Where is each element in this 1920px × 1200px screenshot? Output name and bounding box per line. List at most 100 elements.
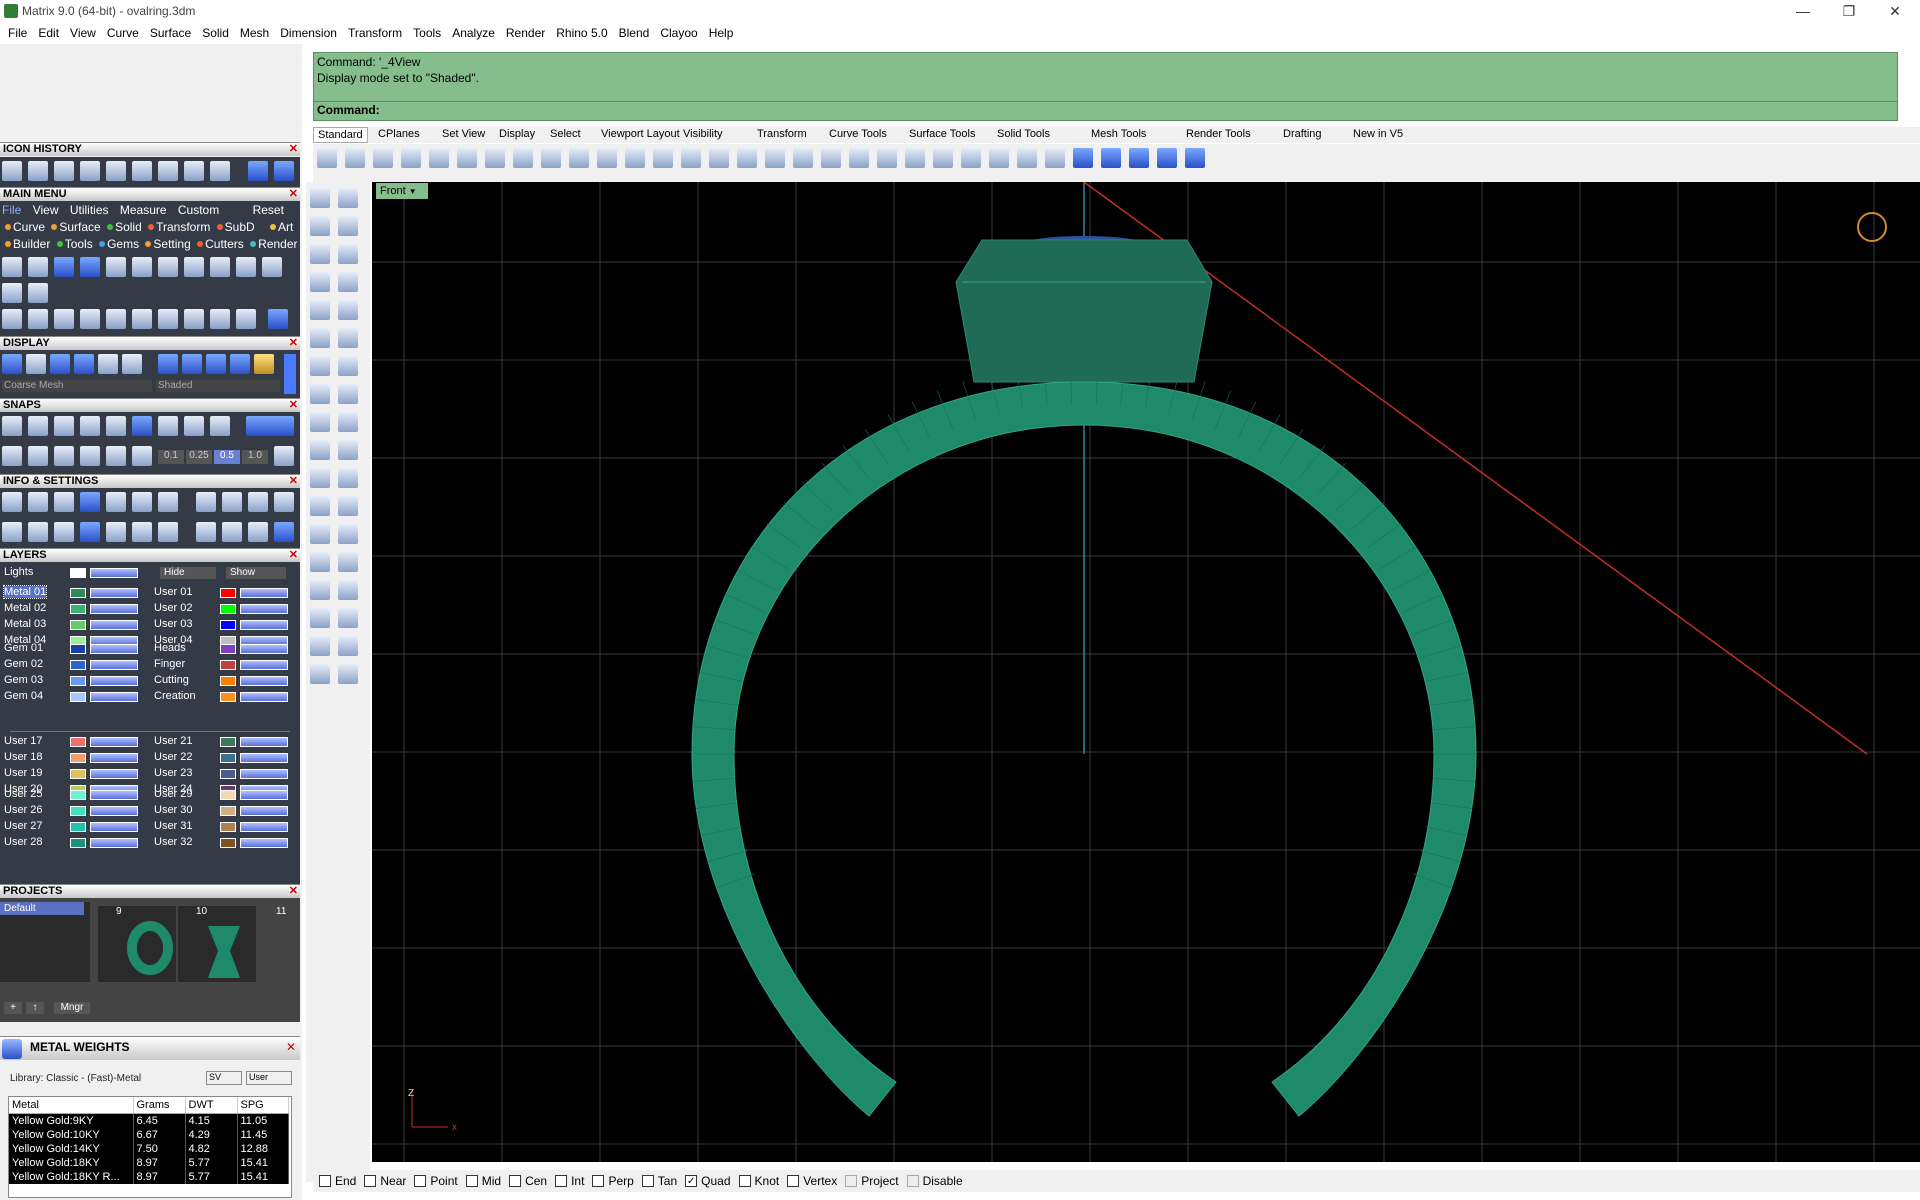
checkbox-icon[interactable]	[364, 1175, 377, 1187]
menu-mesh[interactable]: Mesh	[236, 26, 276, 40]
tab-drafting[interactable]: Drafting	[1279, 127, 1326, 141]
tool-icon[interactable]	[310, 440, 330, 460]
tab-select[interactable]: Select	[546, 127, 585, 141]
minimize-button[interactable]: —	[1780, 0, 1826, 22]
add-project-button[interactable]: +	[4, 1002, 22, 1014]
layer-visibility-toggle[interactable]	[240, 620, 288, 630]
layer-color-swatch[interactable]	[70, 604, 86, 614]
layer-color-swatch[interactable]	[220, 737, 236, 747]
tool-icon[interactable]	[158, 309, 178, 329]
display-icon[interactable]	[26, 354, 46, 374]
tool-icon[interactable]	[338, 636, 358, 656]
close-icon[interactable]: ✕	[289, 475, 298, 488]
tab-solid-tools[interactable]: Solid Tools	[993, 127, 1054, 141]
menu-analyze[interactable]: Analyze	[448, 26, 502, 40]
close-icon[interactable]: ✕	[289, 885, 298, 898]
layer-name[interactable]: Creation	[154, 690, 196, 702]
info-icon[interactable]	[2, 492, 22, 512]
tool-icon[interactable]	[338, 440, 358, 460]
tab-cplanes[interactable]: CPlanes	[374, 127, 424, 141]
layer-visibility-toggle[interactable]	[90, 660, 138, 670]
history-tool-icon[interactable]	[2, 161, 22, 181]
layer-color-swatch[interactable]	[70, 620, 86, 630]
snap-icon[interactable]	[54, 416, 74, 436]
tab-standard[interactable]: Standard	[313, 127, 368, 143]
zoom-in-icon[interactable]	[625, 148, 645, 168]
paste-icon[interactable]	[513, 148, 533, 168]
osnap-disable[interactable]: Disable	[906, 1174, 963, 1188]
maximize-button[interactable]: ❐	[1826, 0, 1872, 22]
mm-view[interactable]: View	[33, 203, 59, 217]
layer-name[interactable]: User 18	[4, 751, 43, 763]
save-icon[interactable]	[373, 148, 393, 168]
layer-visibility-toggle[interactable]	[90, 620, 138, 630]
tool-icon[interactable]	[310, 188, 330, 208]
layer-name[interactable]: Metal 02	[4, 602, 46, 614]
gold-material-icon[interactable]	[254, 354, 274, 374]
close-button[interactable]: ✕	[1872, 0, 1918, 22]
tool-icon[interactable]	[80, 309, 100, 329]
layer-visibility-toggle[interactable]	[240, 822, 288, 832]
material-icon[interactable]	[230, 354, 250, 374]
layer-name[interactable]: Metal 03	[4, 618, 46, 630]
checkbox-icon[interactable]	[465, 1175, 478, 1187]
osnap-perp[interactable]: Perp	[592, 1174, 634, 1188]
layer-visibility-toggle[interactable]	[240, 660, 288, 670]
layer-name[interactable]: User 19	[4, 767, 43, 779]
tool-icon[interactable]	[310, 468, 330, 488]
menu-view[interactable]: View	[66, 26, 103, 40]
layer-color-swatch[interactable]	[70, 737, 86, 747]
layer-name[interactable]: Finger	[154, 658, 185, 670]
layer-name[interactable]: Gem 02	[4, 658, 43, 670]
history-tool-icon[interactable]	[132, 161, 152, 181]
layer-color-swatch[interactable]	[220, 806, 236, 816]
history-tool-icon[interactable]	[184, 161, 204, 181]
snap-toggle-icon[interactable]	[246, 416, 294, 436]
tool-icon[interactable]	[338, 412, 358, 432]
user-toggle[interactable]: User	[246, 1071, 292, 1085]
osnap-near[interactable]: Near	[364, 1174, 406, 1188]
checkbox-icon[interactable]	[592, 1175, 605, 1187]
info-icon[interactable]	[274, 492, 294, 512]
table-row[interactable]: Yellow Gold:18KY R... 8.97 5.77 15.41	[9, 1170, 289, 1184]
close-icon[interactable]: ✕	[289, 188, 298, 201]
osnap-quad[interactable]: ✓ Quad	[685, 1174, 731, 1188]
tool-icon[interactable]	[184, 309, 204, 329]
snap-icon[interactable]	[28, 416, 48, 436]
layer-visibility-toggle[interactable]	[240, 769, 288, 779]
save-small-icon[interactable]	[158, 257, 178, 277]
layer-visibility-toggle[interactable]	[90, 676, 138, 686]
tool-icon[interactable]	[338, 188, 358, 208]
layer-icon[interactable]	[961, 148, 981, 168]
snap-value-2[interactable]: 0.25	[186, 450, 212, 464]
mm-art[interactable]: Art	[278, 220, 293, 234]
tool-icon[interactable]	[338, 216, 358, 236]
circle-icon[interactable]	[849, 148, 869, 168]
project-thumb[interactable]: 9	[98, 906, 176, 982]
info-icon[interactable]	[54, 492, 74, 512]
layer-color-swatch[interactable]	[220, 620, 236, 630]
layer-visibility-toggle[interactable]	[90, 790, 138, 800]
tool-icon[interactable]	[310, 496, 330, 516]
layer-color-swatch[interactable]	[70, 790, 86, 800]
save-incremental-icon[interactable]	[184, 257, 204, 277]
tool-icon[interactable]	[210, 309, 230, 329]
layer-name[interactable]: User 17	[4, 735, 43, 747]
tab-render-tools[interactable]: Render Tools	[1182, 127, 1255, 141]
snap-icon[interactable]	[80, 446, 100, 466]
cplane-icon[interactable]	[1157, 148, 1177, 168]
tool-icon[interactable]	[338, 384, 358, 404]
manager-button[interactable]: Mngr	[54, 1002, 90, 1014]
layer-color-swatch[interactable]	[70, 644, 86, 654]
mm-surface[interactable]: Surface	[59, 220, 100, 234]
tool-icon[interactable]	[338, 356, 358, 376]
menu-curve[interactable]: Curve	[103, 26, 146, 40]
layer-color-swatch[interactable]	[70, 838, 86, 848]
layer-visibility-toggle[interactable]	[90, 644, 138, 654]
layer-name[interactable]: User 27	[4, 820, 43, 832]
tool-icon[interactable]	[310, 636, 330, 656]
layer-name[interactable]: User 29	[154, 788, 193, 800]
mm-subd[interactable]: SubD	[225, 220, 255, 234]
lights-toggle[interactable]	[90, 568, 138, 578]
layer-visibility-toggle[interactable]	[240, 692, 288, 702]
